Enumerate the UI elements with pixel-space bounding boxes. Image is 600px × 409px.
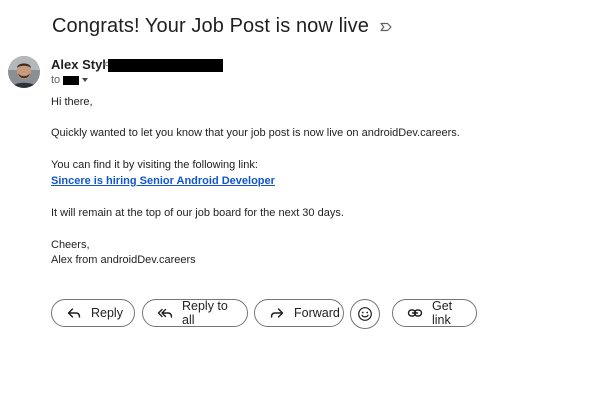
link-icon (407, 305, 423, 321)
body-line-1: Quickly wanted to let you know that your… (51, 127, 460, 139)
sender-name[interactable]: Alex Styl (51, 57, 106, 72)
reply-icon (66, 305, 82, 321)
forward-label: Forward (294, 306, 340, 320)
get-link-button[interactable]: Get link (392, 299, 477, 327)
redacted-recipient (63, 75, 80, 85)
body-line-2: You can find it by visiting the followin… (51, 159, 258, 171)
emoji-reaction-button[interactable] (350, 299, 380, 329)
job-post-link[interactable]: Sincere is hiring Senior Android Develop… (51, 175, 275, 187)
reply-all-label: Reply to all (182, 299, 228, 327)
chevron-down-icon[interactable] (82, 78, 89, 82)
job-post-link-wrapper: Sincere is hiring Senior Android Develop… (51, 173, 275, 189)
reply-all-button[interactable]: Reply to all (142, 299, 248, 327)
forward-icon (269, 305, 285, 321)
to-label: to (51, 74, 61, 86)
subject-row: Congrats! Your Job Post is now live (52, 15, 393, 38)
body-line-3: It will remain at the top of our job boa… (51, 207, 344, 219)
email-subject: Congrats! Your Job Post is now live (52, 15, 370, 37)
redacted-sender-email (108, 59, 223, 72)
get-link-label: Get link (432, 299, 453, 327)
greeting: Hi there, (51, 96, 93, 108)
recipients-row[interactable]: to (51, 74, 89, 86)
reply-label: Reply (91, 306, 123, 320)
reply-button[interactable]: Reply (51, 299, 135, 327)
signoff: Cheers, (51, 239, 90, 251)
label-icon[interactable] (379, 20, 393, 34)
forward-button[interactable]: Forward (254, 299, 344, 327)
reply-all-icon (157, 305, 173, 321)
signature: Alex from androidDev.careers (51, 254, 196, 266)
smiley-icon (358, 307, 372, 321)
avatar[interactable] (8, 56, 40, 88)
